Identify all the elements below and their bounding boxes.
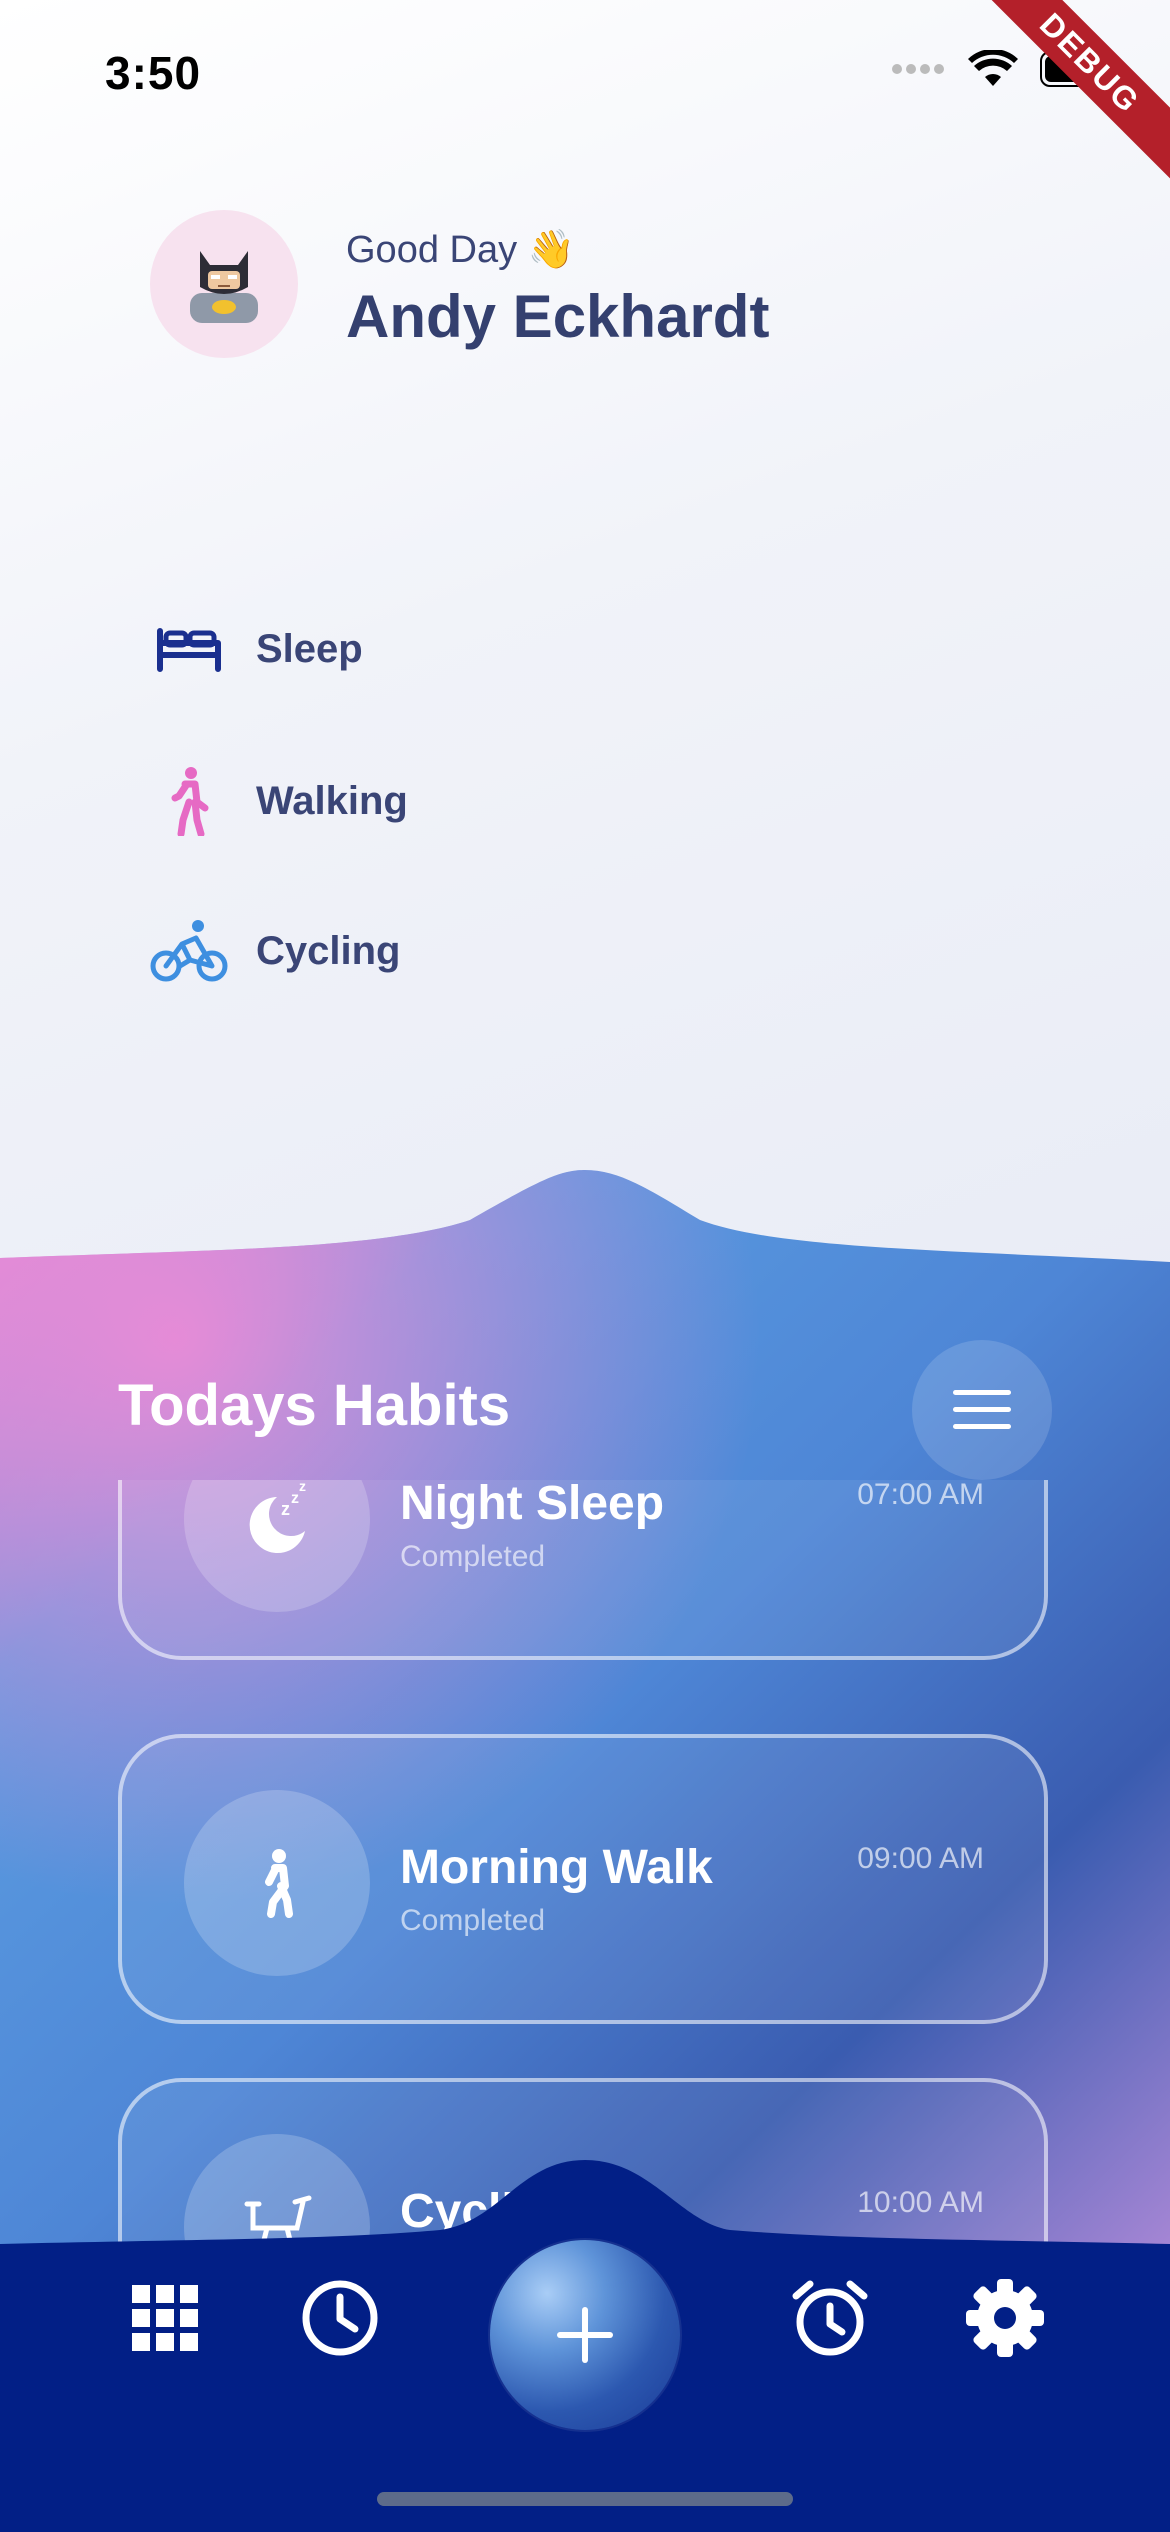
home-indicator[interactable] — [377, 2492, 793, 2506]
bottom-nav-background — [0, 2160, 1170, 2532]
clock-icon — [302, 2280, 378, 2356]
alarm-icon — [792, 2280, 868, 2356]
nav-clock-button[interactable] — [290, 2268, 390, 2368]
add-habit-button[interactable] — [490, 2240, 680, 2430]
nav-grid-button[interactable] — [115, 2268, 215, 2368]
nav-alarm-button[interactable] — [780, 2268, 880, 2368]
grid-icon — [132, 2285, 198, 2351]
add-icon — [557, 2307, 613, 2363]
settings-icon — [966, 2279, 1044, 2357]
nav-settings-button[interactable] — [955, 2268, 1055, 2368]
